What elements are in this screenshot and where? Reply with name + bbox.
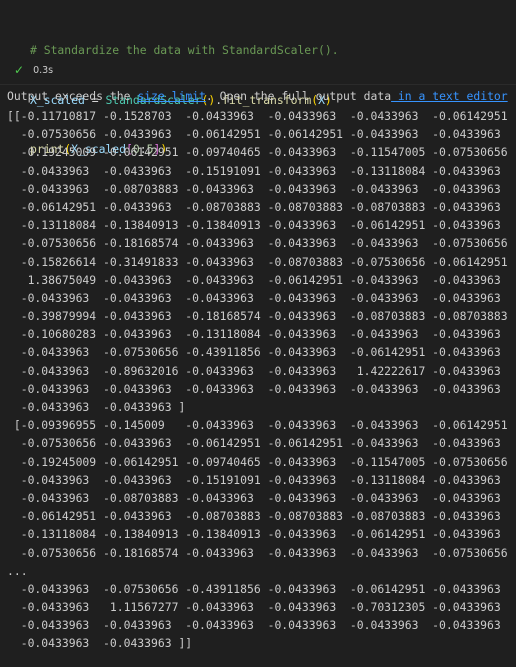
- output-line: -0.0433963 -0.07530656 -0.43911856 -0.04…: [7, 581, 501, 596]
- output-line: -0.10680283 -0.0433963 -0.13118084 -0.04…: [7, 327, 501, 342]
- output-line: -0.0433963 -0.0433963 -0.0433963 -0.0433…: [7, 290, 501, 305]
- output-line: -0.0433963 -0.0433963 -0.15191091 -0.043…: [7, 163, 501, 178]
- output-line: -0.07530656 -0.18168574 -0.0433963 -0.04…: [7, 545, 508, 560]
- output-line: -0.0433963 -0.08703883 -0.0433963 -0.043…: [7, 181, 501, 196]
- output-line: -0.07530656 -0.0433963 -0.06142951 -0.06…: [7, 436, 501, 451]
- output-line: -0.0433963 -0.0433963 -0.0433963 -0.0433…: [7, 381, 501, 396]
- execution-status: ✓ 0.3s: [14, 63, 53, 77]
- output-line: -0.06142951 -0.0433963 -0.08703883 -0.08…: [7, 199, 501, 214]
- output-line: [[-0.11710817 -0.1528703 -0.0433963 -0.0…: [7, 109, 508, 123]
- size-limit-link[interactable]: size limit: [137, 89, 206, 103]
- output-line: -0.0433963 -0.0433963 -0.0433963 -0.0433…: [7, 618, 501, 633]
- output-line: -0.13118084 -0.13840913 -0.13840913 -0.0…: [7, 218, 501, 233]
- output-line: -0.0433963 -0.0433963 ]]: [7, 636, 193, 651]
- open-in-text-editor-link[interactable]: in a text editor: [391, 89, 508, 103]
- output-truncation-notice: Output exceeds the size limit. Open the …: [7, 88, 512, 104]
- output-line: -0.19245009 -0.06142951 -0.09740465 -0.0…: [7, 454, 508, 469]
- cell-output: Output exceeds the size limit. Open the …: [7, 88, 512, 653]
- execution-time: 0.3s: [33, 64, 54, 76]
- output-text: [[-0.11710817 -0.1528703 -0.0433963 -0.0…: [7, 107, 512, 653]
- output-line: -0.07530656 -0.18168574 -0.0433963 -0.04…: [7, 236, 508, 251]
- output-line: -0.39879994 -0.0433963 -0.18168574 -0.04…: [7, 309, 508, 324]
- code-cell[interactable]: # Standardize the data with StandardScal…: [0, 0, 516, 156]
- output-line: ...: [7, 563, 28, 578]
- output-line: -0.19245009 -0.06142951 -0.09740465 -0.0…: [7, 145, 508, 160]
- output-line: -0.07530656 -0.0433963 -0.06142951 -0.06…: [7, 127, 501, 142]
- check-icon: ✓: [14, 63, 25, 77]
- output-line: -0.15826614 -0.31491833 -0.0433963 -0.08…: [7, 254, 508, 269]
- output-line: -0.0433963 -0.0433963 -0.15191091 -0.043…: [7, 472, 501, 487]
- output-line: -0.0433963 1.11567277 -0.0433963 -0.0433…: [7, 600, 501, 615]
- code-comment-line: # Standardize the data with StandardScal…: [30, 43, 339, 57]
- output-line: 1.38675049 -0.0433963 -0.0433963 -0.0614…: [7, 272, 501, 287]
- output-line: -0.0433963 -0.0433963 ]: [7, 400, 186, 414]
- notice-middle: . Open the full output data: [205, 89, 392, 103]
- output-line: -0.0433963 -0.89632016 -0.0433963 -0.043…: [7, 363, 501, 378]
- output-line: -0.13118084 -0.13840913 -0.13840913 -0.0…: [7, 527, 501, 542]
- output-line: -0.0433963 -0.07530656 -0.43911856 -0.04…: [7, 345, 501, 360]
- output-line: [-0.09396955 -0.145009 -0.0433963 -0.043…: [7, 418, 508, 433]
- output-line: -0.06142951 -0.0433963 -0.08703883 -0.08…: [7, 509, 501, 524]
- output-line: -0.0433963 -0.08703883 -0.0433963 -0.043…: [7, 490, 501, 505]
- cell-divider: [0, 84, 516, 85]
- notice-prefix: Output exceeds the: [7, 89, 138, 103]
